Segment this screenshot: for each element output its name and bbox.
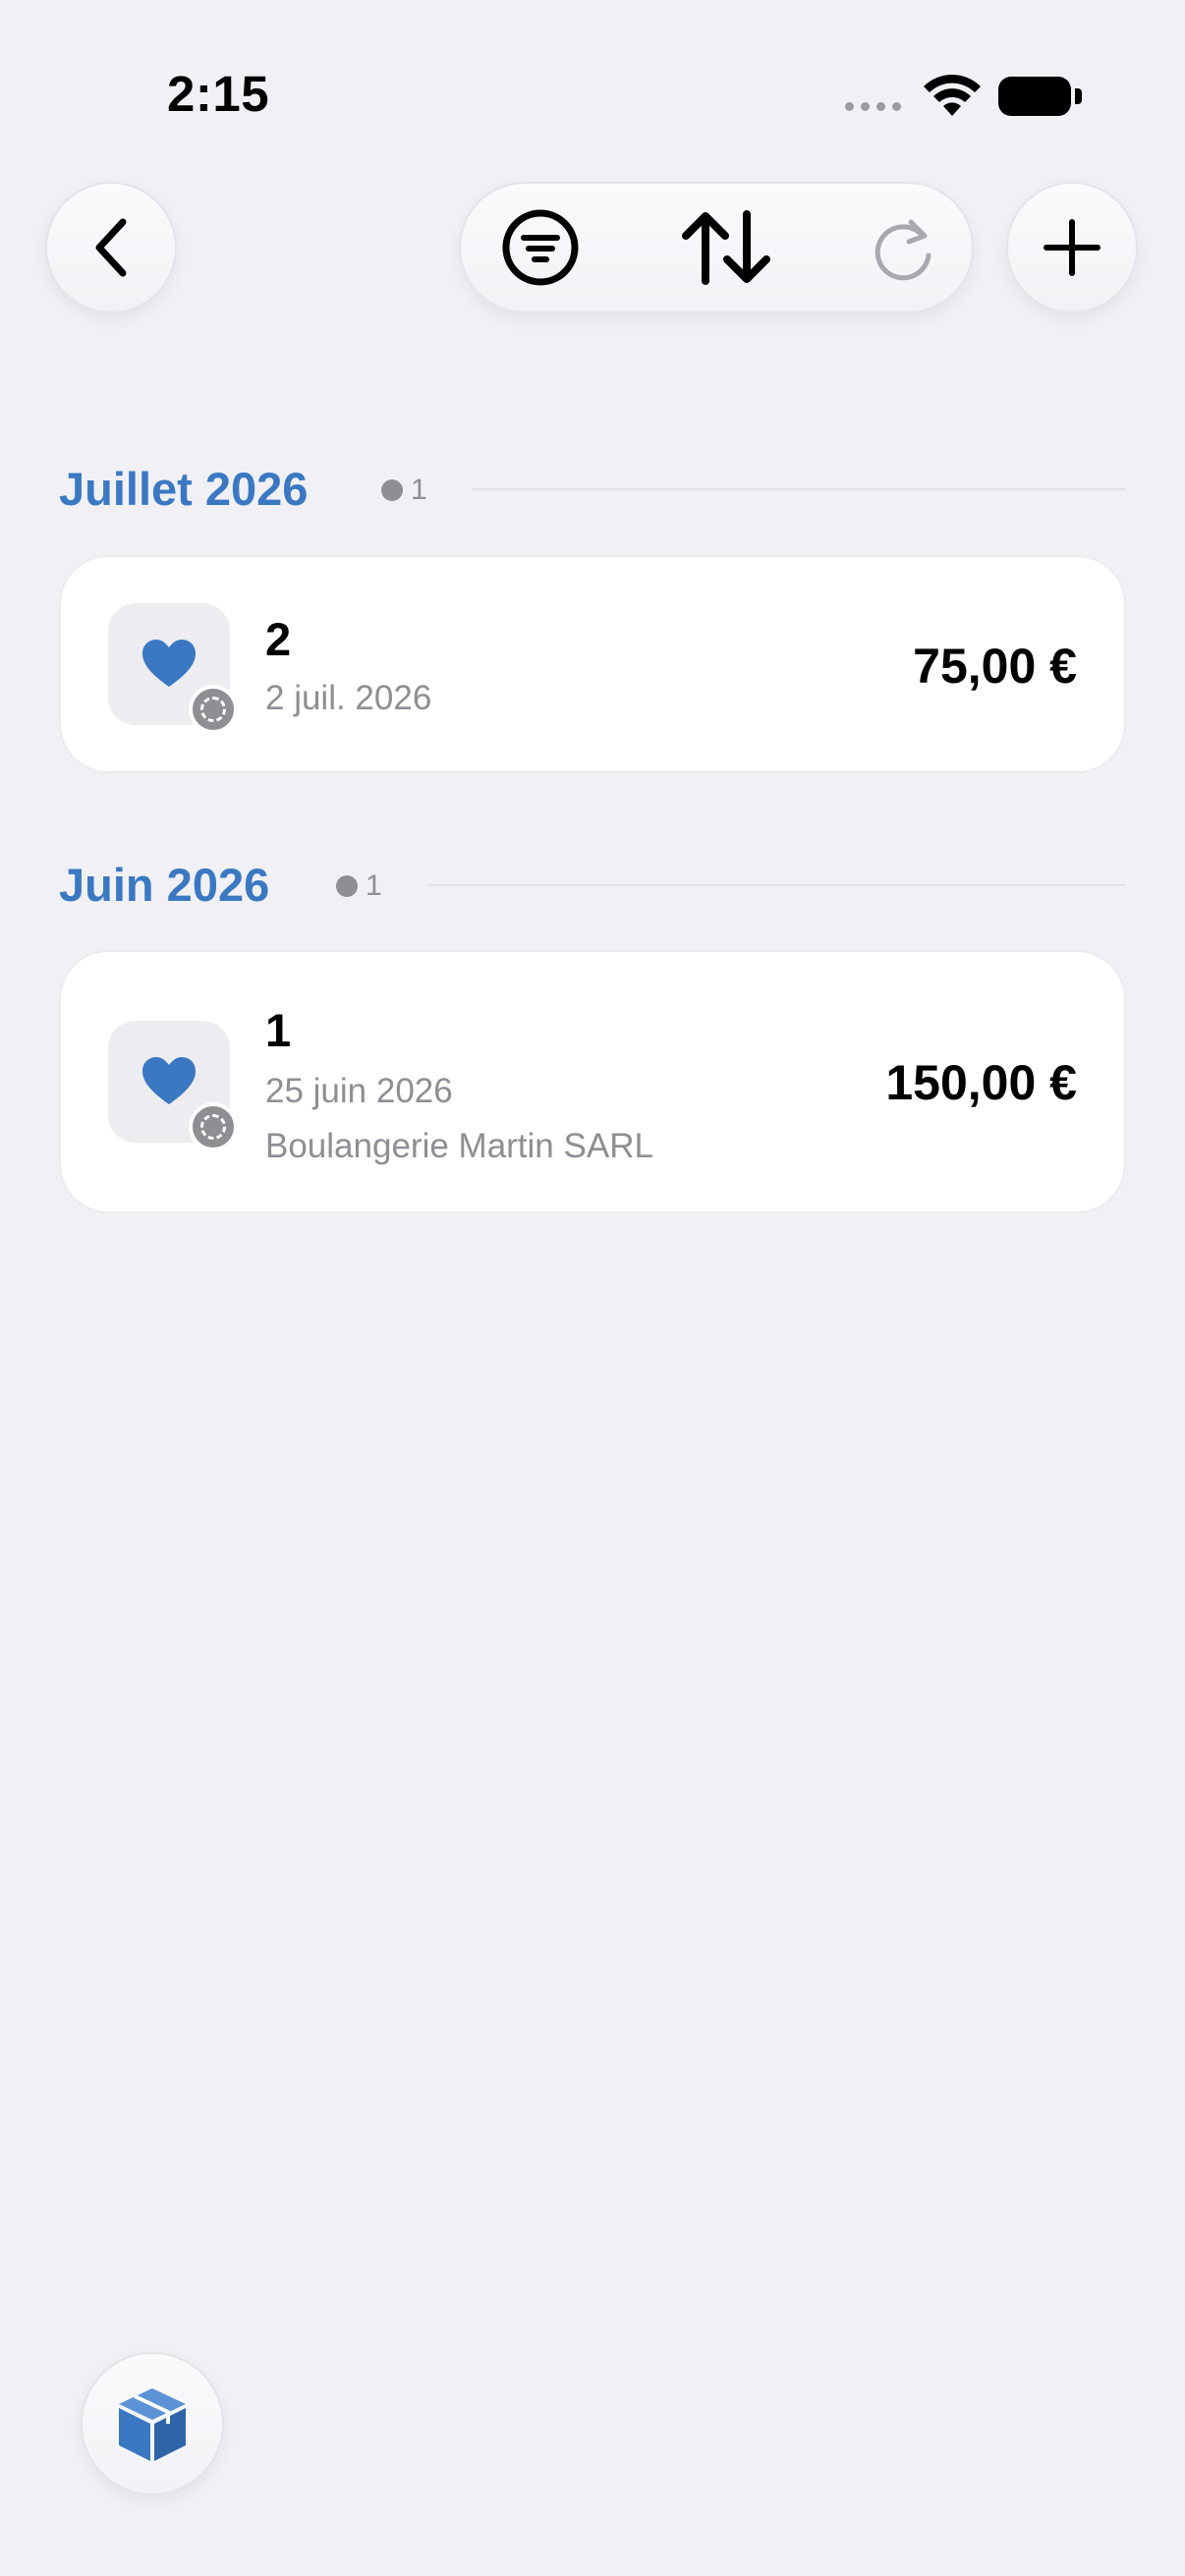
pending-status-icon	[189, 685, 238, 734]
item-title: 1	[265, 1004, 292, 1056]
item-title: 2	[265, 613, 292, 665]
pending-status-icon	[189, 1102, 238, 1151]
item-amount: 75,00 €	[913, 639, 1077, 694]
section-count-value: 1	[411, 474, 427, 506]
heart-icon	[142, 1057, 196, 1104]
add-button[interactable]	[1006, 182, 1138, 313]
cellular-signal-icon	[845, 102, 901, 111]
filter-circle-icon	[502, 209, 579, 286]
heart-icon	[142, 640, 196, 687]
status-time: 2:15	[167, 66, 270, 122]
refresh-button[interactable]	[872, 212, 936, 283]
section-title: Juillet 2026	[59, 463, 309, 515]
transaction-card[interactable]: 1 25 juin 2026 Boulangerie Martin SARL 1…	[59, 950, 1126, 1213]
section-count: 1	[381, 474, 427, 507]
plus-icon	[1044, 219, 1100, 276]
count-dot-icon	[336, 875, 358, 897]
wifi-icon	[924, 74, 981, 116]
section-count: 1	[336, 869, 382, 903]
back-button[interactable]	[45, 182, 177, 313]
section-divider	[426, 884, 1126, 886]
archive-button[interactable]	[81, 2352, 224, 2495]
sort-arrows-icon	[682, 210, 770, 285]
filter-button[interactable]	[500, 207, 581, 288]
section-count-value: 1	[366, 869, 382, 902]
item-merchant: Boulangerie Martin SARL	[265, 1127, 653, 1165]
chevron-left-icon	[95, 218, 127, 277]
battery-icon	[998, 77, 1082, 116]
box-icon	[119, 2388, 186, 2461]
count-dot-icon	[381, 479, 403, 501]
transaction-card[interactable]: 2 2 juil. 2026 75,00 €	[59, 555, 1126, 773]
section-divider	[472, 488, 1126, 490]
refresh-icon	[875, 219, 931, 281]
item-amount: 150,00 €	[885, 1055, 1077, 1110]
toolbar-actions	[459, 182, 974, 313]
item-date: 25 juin 2026	[265, 1072, 453, 1110]
section-title: Juin 2026	[59, 859, 270, 911]
sort-button[interactable]	[678, 208, 774, 287]
item-date: 2 juil. 2026	[265, 679, 432, 717]
